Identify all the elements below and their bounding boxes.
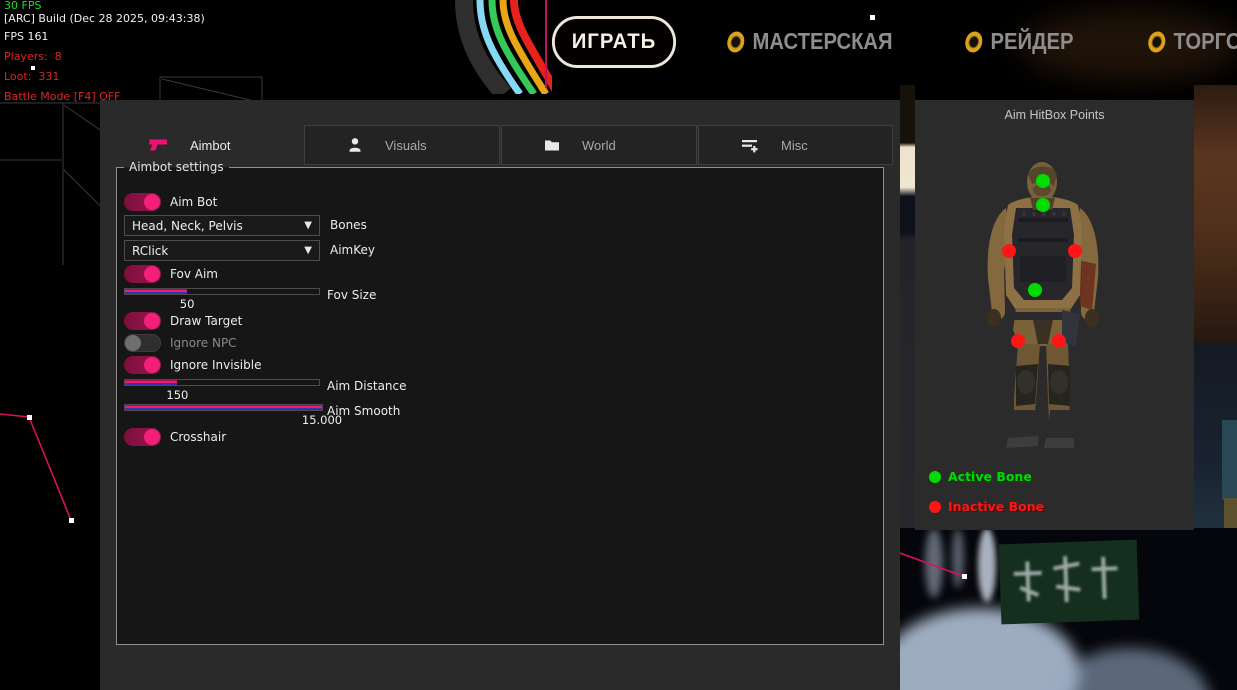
fov-aim-toggle[interactable]: [124, 265, 161, 283]
esp-marker: [69, 518, 74, 523]
legend-label: Inactive Bone: [948, 499, 1044, 514]
scene-rust-wall: [1194, 85, 1237, 343]
slider-fill: [125, 289, 187, 294]
aim-distance-label: Aim Distance: [327, 378, 407, 394]
menu-item-label: РЕЙДЕР: [991, 28, 1074, 55]
esp-marker: [870, 15, 875, 20]
ignore-invisible-label: Ignore Invisible: [170, 357, 261, 373]
play-button[interactable]: ИГРАТЬ: [552, 16, 676, 68]
person-icon: [347, 137, 363, 153]
hitbox-panel-title: Aim HitBox Points: [915, 108, 1194, 122]
slider-fill: [125, 380, 177, 385]
menu-item-label: ТОРГО: [1174, 28, 1237, 55]
hitbox-point-head: [1036, 174, 1050, 188]
crosshair-label: Crosshair: [170, 429, 226, 445]
scene-detail: [1222, 420, 1237, 500]
aim-smooth-slider[interactable]: 15.000: [124, 404, 323, 411]
hitbox-point-neck: [1036, 198, 1050, 212]
chevron-down-icon: ▼: [304, 220, 312, 231]
hitbox-point-right-arm: [1068, 244, 1082, 258]
aim-bot-toggle[interactable]: [124, 193, 161, 211]
tab-label: Misc: [781, 138, 808, 153]
menu-item-label: МАСТЕРСКАЯ: [753, 28, 893, 55]
tab-misc[interactable]: Misc: [698, 125, 893, 165]
players-count: Players: 8: [4, 47, 205, 67]
rainbow-stripe-decor: [442, 0, 552, 94]
bones-label: Bones: [330, 217, 367, 233]
ignore-invisible-toggle[interactable]: [124, 356, 161, 374]
menu-item-raider[interactable]: РЕЙДЕР: [965, 28, 1073, 55]
legend-label: Active Bone: [948, 469, 1032, 484]
esp-marker: [27, 415, 32, 420]
aimkey-dropdown[interactable]: RClick ▼: [124, 240, 320, 261]
aim-bot-label: Aim Bot: [170, 194, 217, 210]
aimkey-dropdown-value: RClick: [132, 244, 168, 258]
hitbox-point-pelvis: [1028, 283, 1042, 297]
coin-icon: [726, 28, 746, 54]
loot-count: Loot: 331: [4, 67, 205, 87]
tab-aimbot[interactable]: Aimbot: [100, 125, 304, 165]
coin-icon: [1147, 28, 1167, 54]
group-title: Aimbot settings: [124, 160, 229, 174]
esp-marker: [962, 574, 967, 579]
esp-line-right: [900, 528, 1020, 608]
draw-target-label: Draw Target: [170, 313, 242, 329]
fov-size-label: Fov Size: [327, 287, 376, 303]
build-info: [ARC] Build (Dec 28 2025, 09:43:38): [4, 11, 205, 27]
chevron-down-icon: ▼: [304, 245, 312, 256]
ignore-npc-label: Ignore NPC: [170, 335, 237, 351]
scene-bottom: [900, 528, 1237, 690]
red-dot-icon: [929, 501, 941, 513]
legend-inactive-bone: Inactive Bone: [929, 499, 1044, 514]
tab-visuals[interactable]: Visuals: [304, 125, 500, 165]
green-dot-icon: [929, 471, 941, 483]
crosshair-toggle[interactable]: [124, 428, 161, 446]
list-plus-icon: [741, 138, 759, 153]
info-overlay: 30 FPS [ARC] Build (Dec 28 2025, 09:43:3…: [4, 0, 205, 107]
folder-icon: [544, 138, 560, 152]
aim-distance-slider[interactable]: 150: [124, 379, 320, 386]
hitbox-point-left-knee: [1011, 334, 1025, 348]
fps-counter-overlay: 30 FPS: [4, 0, 205, 11]
hitbox-point-right-knee: [1052, 334, 1066, 348]
aim-smooth-label: Aim Smooth: [327, 403, 400, 419]
tab-label: World: [582, 138, 616, 153]
aim-distance-value: 150: [166, 388, 188, 402]
hitbox-point-left-arm: [1002, 244, 1016, 258]
tab-label: Visuals: [385, 138, 427, 153]
tab-label: Aimbot: [190, 138, 230, 153]
draw-target-toggle[interactable]: [124, 312, 161, 330]
fps-label: FPS 161: [4, 27, 205, 47]
menu-item-workshop[interactable]: МАСТЕРСКАЯ: [727, 28, 893, 55]
fov-size-slider[interactable]: 50: [124, 288, 320, 295]
bones-dropdown[interactable]: Head, Neck, Pelvis ▼: [124, 215, 320, 236]
pistol-icon: [148, 137, 168, 153]
fov-aim-label: Fov Aim: [170, 266, 218, 282]
menu-item-traders[interactable]: ТОРГО: [1148, 28, 1237, 55]
screen: 30 FPS [ARC] Build (Dec 28 2025, 09:43:3…: [0, 0, 1237, 690]
bones-dropdown-value: Head, Neck, Pelvis: [132, 219, 243, 233]
esp-line-vertical: [545, 0, 547, 88]
aimkey-label: AimKey: [330, 242, 375, 258]
coin-icon: [964, 28, 984, 54]
cheat-menu-panel: Aimbot Visuals World Misc Aimbot setting…: [100, 100, 900, 690]
scene-gap: [900, 85, 915, 530]
legend-active-bone: Active Bone: [929, 469, 1032, 484]
ignore-npc-toggle[interactable]: [124, 334, 161, 352]
tab-world[interactable]: World: [501, 125, 697, 165]
slider-fill: [125, 405, 322, 410]
fov-size-value: 50: [180, 297, 195, 311]
hitbox-panel: Aim HitBox Points: [915, 100, 1194, 530]
